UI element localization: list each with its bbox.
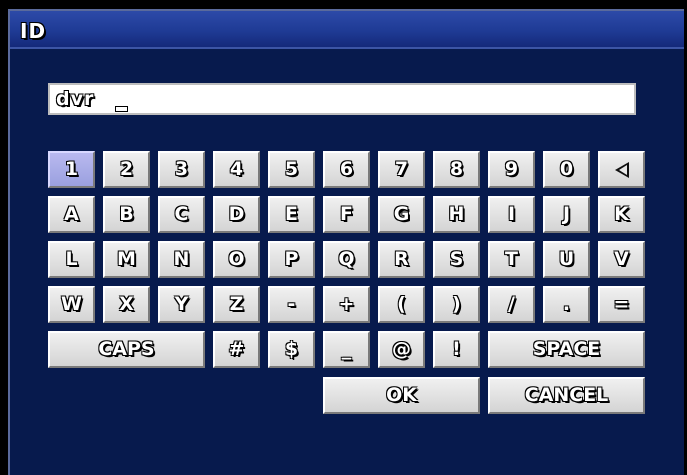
- key-l[interactable]: L: [48, 241, 95, 278]
- space-button[interactable]: SPACE: [488, 331, 645, 368]
- key-y[interactable]: Y: [158, 286, 205, 323]
- key-period[interactable]: .: [543, 286, 590, 323]
- key-c[interactable]: C: [158, 196, 205, 233]
- key-0[interactable]: 0: [543, 151, 590, 188]
- key-3[interactable]: 3: [158, 151, 205, 188]
- key-7[interactable]: 7: [378, 151, 425, 188]
- key-f[interactable]: F: [323, 196, 370, 233]
- backspace-arrow-icon: [614, 161, 629, 178]
- text-cursor: [116, 107, 127, 111]
- key-open-paren[interactable]: (: [378, 286, 425, 323]
- key-n[interactable]: N: [158, 241, 205, 278]
- key-b[interactable]: B: [103, 196, 150, 233]
- key-k[interactable]: K: [598, 196, 645, 233]
- key-d[interactable]: D: [213, 196, 260, 233]
- key-s[interactable]: S: [433, 241, 480, 278]
- key-r[interactable]: R: [378, 241, 425, 278]
- title-bar: ID: [10, 11, 684, 49]
- dialog-title: ID: [20, 19, 47, 43]
- key-z[interactable]: Z: [213, 286, 260, 323]
- key-equals[interactable]: =: [598, 286, 645, 323]
- key-close-paren[interactable]: ): [433, 286, 480, 323]
- key-v[interactable]: V: [598, 241, 645, 278]
- cancel-button[interactable]: CANCEL: [488, 377, 645, 414]
- key-slash[interactable]: /: [488, 286, 535, 323]
- id-entry-dialog: ID dvr 1 2 3 4 5 6 7 8 9 0 A B C D E F G…: [8, 9, 684, 475]
- key-1[interactable]: 1: [48, 151, 95, 188]
- key-5[interactable]: 5: [268, 151, 315, 188]
- key-g[interactable]: G: [378, 196, 425, 233]
- backspace-key[interactable]: [598, 151, 645, 188]
- key-9[interactable]: 9: [488, 151, 535, 188]
- key-hash[interactable]: #: [213, 331, 260, 368]
- key-m[interactable]: M: [103, 241, 150, 278]
- key-w[interactable]: W: [48, 286, 95, 323]
- key-u[interactable]: U: [543, 241, 590, 278]
- key-j[interactable]: J: [543, 196, 590, 233]
- key-p[interactable]: P: [268, 241, 315, 278]
- key-plus[interactable]: +: [323, 286, 370, 323]
- key-4[interactable]: 4: [213, 151, 260, 188]
- id-input-value: dvr: [56, 88, 95, 110]
- key-t[interactable]: T: [488, 241, 535, 278]
- key-underscore[interactable]: _: [323, 331, 370, 368]
- key-8[interactable]: 8: [433, 151, 480, 188]
- key-a[interactable]: A: [48, 196, 95, 233]
- key-at[interactable]: @: [378, 331, 425, 368]
- key-6[interactable]: 6: [323, 151, 370, 188]
- ok-button[interactable]: OK: [323, 377, 480, 414]
- key-i[interactable]: I: [488, 196, 535, 233]
- key-o[interactable]: O: [213, 241, 260, 278]
- key-e[interactable]: E: [268, 196, 315, 233]
- key-minus[interactable]: -: [268, 286, 315, 323]
- key-exclamation[interactable]: !: [433, 331, 480, 368]
- key-q[interactable]: Q: [323, 241, 370, 278]
- id-input-field[interactable]: dvr: [48, 83, 636, 115]
- caps-button[interactable]: CAPS: [48, 331, 205, 368]
- key-2[interactable]: 2: [103, 151, 150, 188]
- key-dollar[interactable]: $: [268, 331, 315, 368]
- key-h[interactable]: H: [433, 196, 480, 233]
- key-x[interactable]: X: [103, 286, 150, 323]
